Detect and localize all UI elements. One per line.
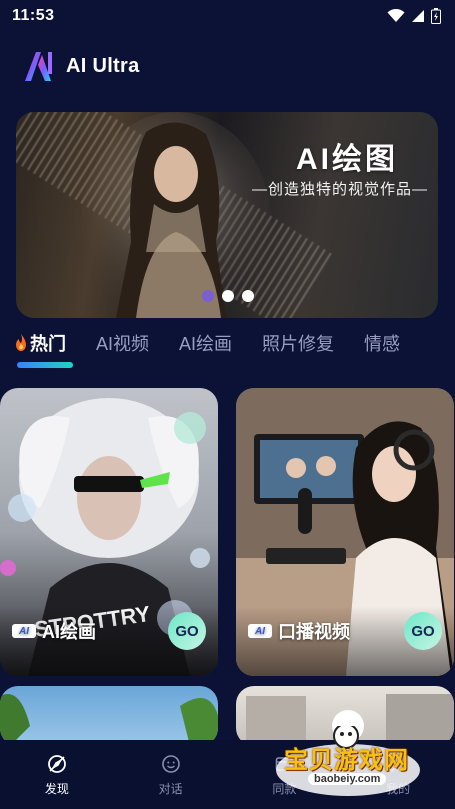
feature-card-partial-left[interactable] xyxy=(0,686,218,746)
nav-discover[interactable]: 发现 xyxy=(12,754,102,797)
category-tabs: 热门 AI视频 AI绘画 照片修复 情感 xyxy=(14,330,454,370)
card-title: AI绘画 xyxy=(42,622,96,642)
carousel-dots xyxy=(202,290,254,302)
battery-icon xyxy=(431,8,441,24)
tab-label: 热门 xyxy=(30,334,66,354)
carousel-dot[interactable] xyxy=(242,290,254,302)
carousel-dot[interactable] xyxy=(222,290,234,302)
carousel-dot[interactable] xyxy=(202,290,214,302)
signal-icon xyxy=(412,10,424,22)
nav-label: 发现 xyxy=(44,782,69,796)
smile-icon xyxy=(161,755,180,773)
tab-ai-painting[interactable]: AI绘画 xyxy=(179,330,232,356)
tab-label: 照片修复 xyxy=(262,334,335,354)
tab-label: 情感 xyxy=(364,334,401,354)
tab-label: AI绘画 xyxy=(179,334,233,354)
banner-portrait-image xyxy=(81,112,271,318)
app-header: AI Ultra xyxy=(22,48,140,84)
feature-card-ai-painting[interactable]: STPOTTRY AI AI绘画 GO xyxy=(0,388,218,676)
tab-emotion[interactable]: 情感 xyxy=(364,330,400,356)
tab-hot[interactable]: 热门 xyxy=(14,330,66,356)
card-label: AI 口播视频 xyxy=(248,618,350,644)
tab-photo-restore[interactable]: 照片修复 xyxy=(262,330,334,356)
watermark-text: 宝贝游戏网 xyxy=(284,747,409,774)
banner-subtitle: —创造独特的视觉作品— xyxy=(251,181,428,198)
ai-badge: AI xyxy=(12,624,36,638)
status-time: 11:53 xyxy=(12,7,55,24)
compass-icon xyxy=(47,755,66,773)
nav-label: 对话 xyxy=(158,782,183,796)
ai-badge: AI xyxy=(248,624,272,638)
tab-ai-video[interactable]: AI视频 xyxy=(96,330,149,356)
card-title: 口播视频 xyxy=(278,622,350,642)
banner-title: AI绘图 xyxy=(296,143,398,176)
watermark-url: baobeiy.com xyxy=(308,773,387,785)
site-watermark: 宝贝游戏网 baobeiy.com xyxy=(268,726,428,802)
card-image-sky-leaves xyxy=(0,694,218,746)
go-button[interactable]: GO xyxy=(168,612,206,650)
active-tab-indicator xyxy=(17,362,73,368)
feature-card-talking-video[interactable]: AI 口播视频 GO xyxy=(236,388,454,676)
status-icons xyxy=(387,8,441,24)
wifi-icon xyxy=(387,9,405,22)
go-button[interactable]: GO xyxy=(404,612,442,650)
card-label: AI AI绘画 xyxy=(12,618,96,644)
tab-label: AI视频 xyxy=(96,334,150,354)
fire-icon xyxy=(16,334,26,351)
status-bar: 11:53 xyxy=(0,0,455,32)
app-title: AI Ultra xyxy=(66,54,140,77)
app-logo-icon xyxy=(25,52,52,81)
nav-chat[interactable]: 对话 xyxy=(126,754,216,797)
banner-carousel[interactable]: AI绘图 —创造独特的视觉作品— xyxy=(16,112,438,318)
